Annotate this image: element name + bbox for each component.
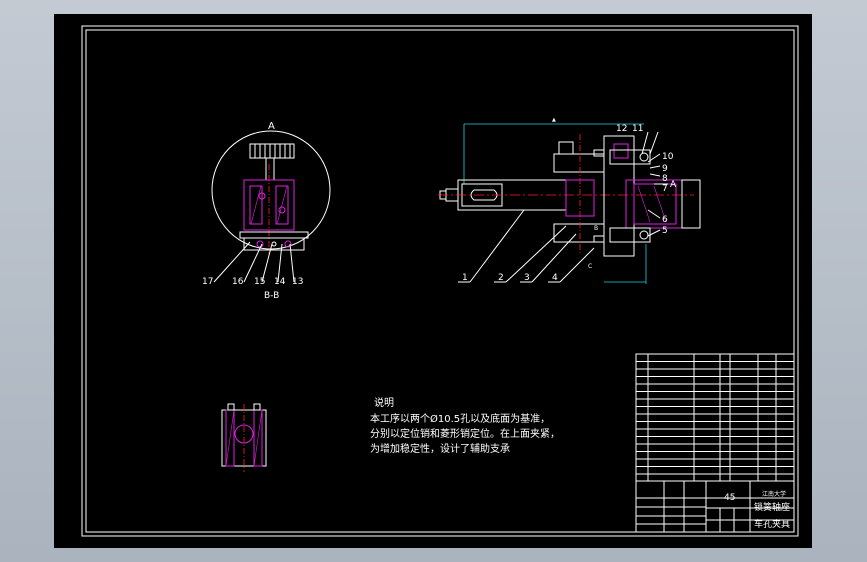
notes-line-3: 为增加稳定性，设计了辅助支承	[370, 442, 510, 455]
workpiece-view	[221, 403, 267, 472]
part-number-5: 5	[662, 226, 668, 236]
part-number-13: 13	[292, 277, 303, 287]
part-number-17: 17	[202, 277, 213, 287]
title-block: 45 江南大学 锁簧轴座 车孔夹具	[635, 480, 795, 533]
notes-line-1: 本工序以两个Ø10.5孔以及底面为基准，	[370, 412, 550, 425]
part-number-8: 8	[662, 174, 668, 184]
notes-heading: 说明	[374, 396, 394, 409]
parts-list	[635, 353, 795, 482]
part-number-12: 12	[616, 124, 627, 134]
drawing-sheet: A 17 16 15 14 13 B-B ▲ 12 11 10 9 8 7 6 …	[54, 14, 812, 548]
title-drawing-name: 车孔夹具	[754, 518, 790, 530]
cad-drawing: A 17 16 15 14 13 B-B ▲ 12 11 10 9 8 7 6 …	[81, 25, 799, 537]
section-view-bb: A 17 16 15 14 13 B-B	[202, 121, 331, 301]
dimension-text: ▲	[552, 117, 556, 123]
part-number-9: 9	[662, 164, 668, 174]
part-number-6: 6	[662, 215, 668, 225]
notes-line-2: 分别以定位销和菱形销定位。在上面夹紧，	[370, 427, 560, 440]
title-material: 45	[724, 493, 735, 503]
main-view: ▲ 12 11 10 9 8 7 6 5 A B C 1 2 3 4	[438, 117, 701, 284]
part-number-14: 14	[274, 277, 286, 287]
part-number-15: 15	[254, 277, 265, 287]
part-number-16: 16	[232, 277, 244, 287]
title-school: 江南大学	[762, 490, 786, 498]
inner-border	[85, 29, 795, 533]
part-number-11: 11	[632, 124, 643, 134]
mark-b: B	[594, 225, 598, 232]
part-number-1: 1	[462, 273, 468, 283]
arrow-label-a: A	[670, 180, 677, 190]
mark-c: C	[588, 263, 592, 270]
view-label-a: A	[268, 121, 275, 132]
technical-notes: 说明 本工序以两个Ø10.5孔以及底面为基准， 分别以定位销和菱形销定位。在上面…	[370, 396, 560, 455]
part-number-3: 3	[524, 273, 530, 283]
part-number-2: 2	[498, 273, 504, 283]
part-number-7: 7	[662, 184, 668, 194]
part-number-4: 4	[552, 273, 558, 283]
part-number-10: 10	[662, 152, 674, 162]
title-part-name: 锁簧轴座	[754, 501, 790, 513]
section-label-bb: B-B	[264, 291, 279, 301]
